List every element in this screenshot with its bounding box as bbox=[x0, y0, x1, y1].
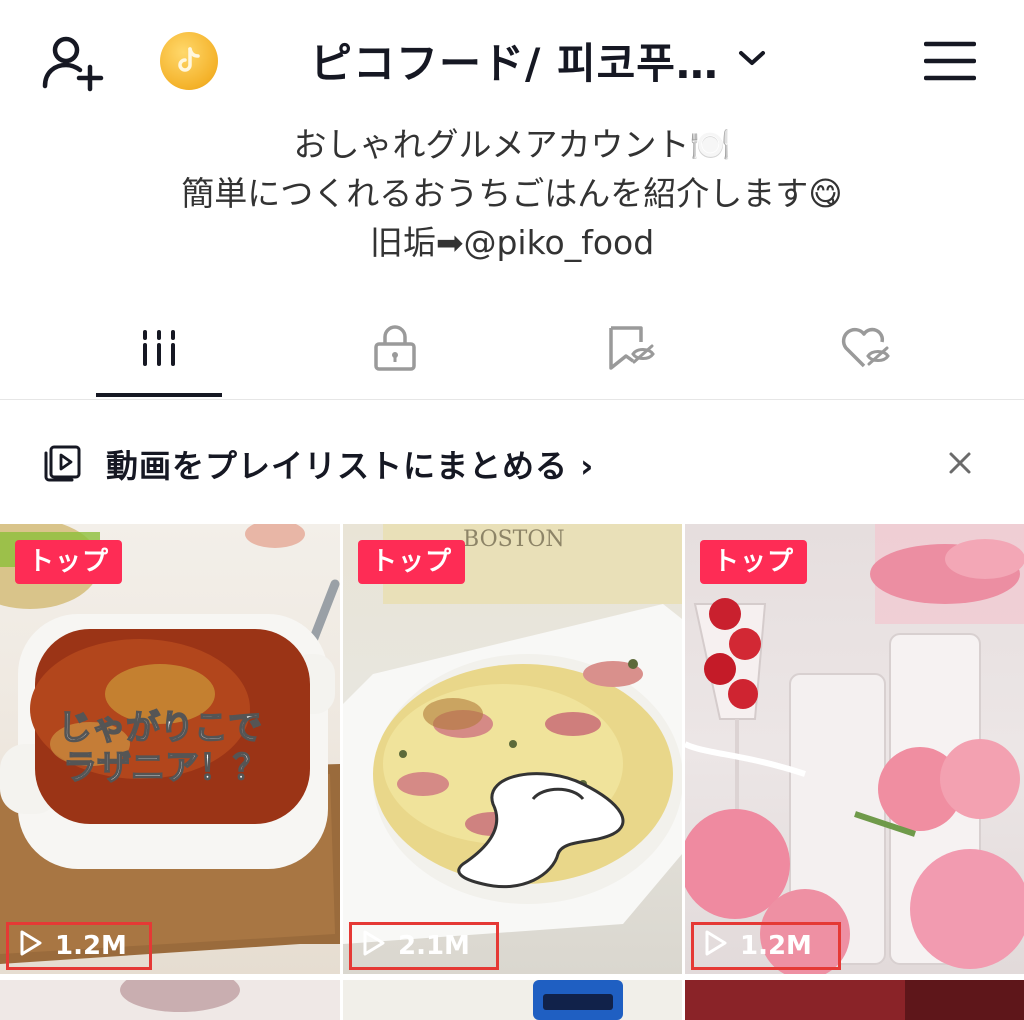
tab-videos[interactable] bbox=[96, 300, 222, 400]
video-thumbnail bbox=[120, 980, 240, 1012]
svg-text:じゃがりこで: じゃがりこで bbox=[58, 708, 262, 748]
bio-line-2: 簡単につくれるおうちごはんを紹介します😋 bbox=[181, 174, 843, 213]
video-tile[interactable]: BOSTON トップ 2.1M bbox=[343, 524, 682, 974]
video-tile[interactable] bbox=[343, 980, 682, 1020]
view-count: 1.2M bbox=[6, 922, 152, 970]
video-thumbnail bbox=[685, 524, 1024, 974]
playlist-banner: 動画をプレイリストにまとめる › bbox=[0, 425, 1024, 501]
top-badge: トップ bbox=[700, 540, 808, 584]
play-icon bbox=[362, 929, 386, 964]
view-count: 1.2M bbox=[691, 922, 841, 970]
video-tile[interactable] bbox=[0, 980, 340, 1020]
top-badge: トップ bbox=[358, 540, 466, 584]
bio-line-3[interactable]: 旧垢➡@piko_food bbox=[0, 218, 1024, 267]
profile-header: ピコフード/ 피코푸… bbox=[0, 0, 1024, 120]
add-user-icon[interactable] bbox=[40, 34, 106, 92]
bio-line-1: おしゃれグルメアカウント🍽️ bbox=[293, 125, 731, 164]
lock-icon bbox=[372, 324, 418, 376]
close-icon[interactable] bbox=[942, 445, 978, 481]
view-count: 2.1M bbox=[349, 922, 499, 970]
create-playlist-link[interactable]: 動画をプレイリストにまとめる › bbox=[106, 441, 594, 487]
view-count-text: 2.1M bbox=[398, 931, 470, 961]
video-thumbnail bbox=[533, 980, 623, 1020]
playlist-icon bbox=[42, 443, 82, 487]
video-thumbnail bbox=[685, 980, 1024, 1020]
tab-favorites[interactable] bbox=[568, 300, 694, 400]
active-tab-indicator bbox=[96, 393, 222, 397]
account-name: ピコフード/ 피코푸… bbox=[310, 38, 719, 88]
top-badge: トップ bbox=[15, 540, 123, 584]
profile-bio: おしゃれグルメアカウント🍽️ 簡単につくれるおうちごはんを紹介します😋 旧垢➡@… bbox=[0, 120, 1024, 267]
view-count-text: 1.2M bbox=[55, 931, 127, 961]
video-tile[interactable]: じゃがりこで ラザニア！？ トップ 1.2M bbox=[0, 524, 340, 974]
videos-grid-icon bbox=[139, 328, 179, 372]
play-icon bbox=[704, 929, 728, 964]
view-count-text: 1.2M bbox=[740, 931, 812, 961]
video-tile[interactable] bbox=[685, 980, 1024, 1020]
tiktok-coin-icon[interactable] bbox=[160, 32, 218, 90]
play-icon bbox=[19, 929, 43, 964]
svg-text:ラザニア！？: ラザニア！？ bbox=[63, 748, 267, 788]
video-thumbnail: BOSTON bbox=[343, 524, 682, 944]
svg-text:BOSTON: BOSTON bbox=[463, 527, 565, 552]
hidden-likes-icon bbox=[838, 324, 892, 376]
hidden-favorites-icon bbox=[605, 324, 657, 376]
tab-liked[interactable] bbox=[802, 300, 928, 400]
hamburger-menu-icon[interactable] bbox=[923, 40, 977, 82]
video-thumbnail: じゃがりこで ラザニア！？ bbox=[0, 524, 340, 964]
profile-tabs bbox=[0, 300, 1024, 400]
tab-private[interactable] bbox=[332, 300, 458, 400]
video-grid: じゃがりこで ラザニア！？ トップ 1.2M BOSTON トップ 2.1M ト… bbox=[0, 524, 1024, 1020]
video-tile[interactable]: トップ 1.2M bbox=[685, 524, 1024, 974]
account-switcher[interactable]: ピコフード/ 피코푸… bbox=[310, 30, 767, 90]
chevron-down-icon bbox=[737, 48, 767, 72]
